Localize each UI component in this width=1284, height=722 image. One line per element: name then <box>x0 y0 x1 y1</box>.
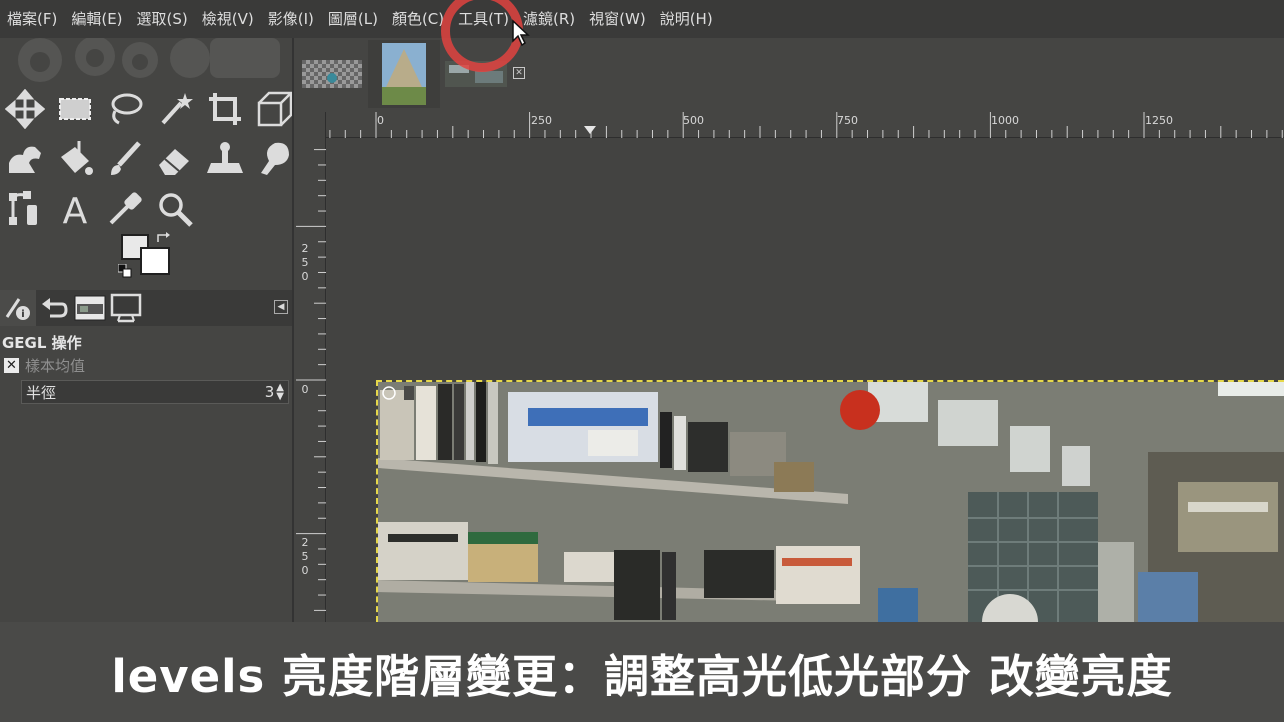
panel-title: GEGL 操作 <box>2 334 82 352</box>
caption-text: levels 亮度階層變更：調整高光低光部分 改變亮度 <box>111 649 1173 703</box>
bucket-fill-icon[interactable] <box>50 134 100 184</box>
menu-edit[interactable]: 編輯(E) <box>64 0 129 38</box>
menu-windows[interactable]: 視窗(W) <box>582 0 653 38</box>
operation-name: 樣本均值 <box>25 356 86 375</box>
paintbrush-icon[interactable] <box>100 134 150 184</box>
background-color[interactable] <box>140 247 170 275</box>
tab-images[interactable] <box>72 290 108 326</box>
ruler-label: 0 <box>301 383 309 396</box>
crop-icon[interactable] <box>200 84 250 134</box>
menu-help[interactable]: 說明(H) <box>653 0 720 38</box>
panel-divider[interactable] <box>292 38 294 622</box>
zoom-icon[interactable] <box>150 184 200 234</box>
caption-bar: levels 亮度階層變更：調整高光低光部分 改變亮度 <box>0 622 1284 722</box>
move-icon[interactable] <box>0 84 50 134</box>
tab-tool-options[interactable]: i <box>0 290 36 326</box>
menu-layer[interactable]: 圖層(L) <box>321 0 385 38</box>
menu-image[interactable]: 影像(I) <box>261 0 321 38</box>
lasso-icon[interactable] <box>100 84 150 134</box>
radius-label: 半徑 <box>26 383 57 402</box>
images-icon <box>74 295 106 321</box>
toolbox: A i ◀ GEGL 操作 ✕ 樣本均值 半徑 3 ▲ ▼ <box>0 38 295 622</box>
dock-menu-button[interactable]: ◀ <box>274 300 288 314</box>
image-thumbnail <box>445 61 507 87</box>
pointer-marker-icon <box>584 126 596 134</box>
menu-filters[interactable]: 濾鏡(R) <box>516 0 582 38</box>
gegl-operation-panel: GEGL 操作 ✕ 樣本均值 半徑 3 ▲ ▼ <box>0 326 294 404</box>
reset-colors-icon[interactable] <box>118 264 132 278</box>
operation-row: ✕ 樣本均值 <box>0 354 294 376</box>
tab-device-status[interactable] <box>108 290 144 326</box>
menu-colors[interactable]: 顏色(C) <box>385 0 451 38</box>
image-tabs: ✕ <box>296 38 1284 110</box>
gimp-window: 檔案(F) 編輯(E) 選取(S) 檢視(V) 影像(I) 圖層(L) 顏色(C… <box>0 0 1284 722</box>
image-layer[interactable] <box>376 380 1284 622</box>
ruler-ticks <box>329 112 1283 138</box>
ruler-label: 750 <box>837 114 858 127</box>
ruler-label: 0 <box>301 564 309 577</box>
clone-icon[interactable] <box>200 134 250 184</box>
close-tab-icon[interactable]: ✕ <box>513 67 525 79</box>
tool-options-icon: i <box>5 298 30 320</box>
warp-icon[interactable] <box>0 134 50 184</box>
close-icon[interactable]: ✕ <box>4 357 19 373</box>
radius-value[interactable]: 3 <box>265 383 275 401</box>
text-icon[interactable]: A <box>50 184 100 234</box>
triangle-left-icon: ◀ <box>277 302 285 312</box>
ruler-label: 2 <box>301 536 309 549</box>
ruler-horizontal[interactable]: 0 250 500 750 1000 1250 <box>303 112 1284 138</box>
color-picker-icon[interactable] <box>100 184 150 234</box>
paths-icon[interactable] <box>0 184 50 234</box>
ruler-label: 500 <box>683 114 704 127</box>
ruler-label: 5 <box>301 550 309 563</box>
image-tab-2[interactable] <box>368 40 440 108</box>
menu-select[interactable]: 選取(S) <box>130 0 195 38</box>
eraser-icon[interactable] <box>150 134 200 184</box>
swap-colors-icon[interactable] <box>156 232 170 244</box>
dock-tabs: i ◀ <box>0 290 294 326</box>
image-thumbnail <box>382 43 426 105</box>
ruler-label: 2 <box>301 242 309 255</box>
tab-undo-history[interactable] <box>36 290 72 326</box>
menu-tools[interactable]: 工具(T) <box>451 0 516 38</box>
radius-spinbox[interactable]: 半徑 3 ▲ ▼ <box>21 380 289 404</box>
monitor-icon <box>110 293 142 323</box>
office-photo <box>378 382 1284 622</box>
svg-text:i: i <box>21 309 24 320</box>
ruler-label: 0 <box>301 270 309 283</box>
image-thumbnail <box>302 60 362 88</box>
wilber-logo <box>18 38 280 82</box>
stepper-arrows-icon[interactable]: ▲ ▼ <box>276 383 284 402</box>
ruler-label: 1250 <box>1145 114 1173 127</box>
ruler-label: 5 <box>301 256 309 269</box>
ruler-label: 0 <box>377 114 384 127</box>
fg-bg-colors[interactable] <box>118 232 174 280</box>
svg-text:A: A <box>63 191 88 229</box>
ruler-label: 250 <box>531 114 552 127</box>
rect-select-icon[interactable] <box>50 84 100 134</box>
image-tab-1[interactable] <box>296 40 368 108</box>
ruler-label: 1000 <box>991 114 1019 127</box>
menu-file[interactable]: 檔案(F) <box>0 0 64 38</box>
fuzzy-select-icon[interactable] <box>150 84 200 134</box>
image-tab-3[interactable] <box>440 40 512 108</box>
menubar: 檔案(F) 編輯(E) 選取(S) 檢視(V) 影像(I) 圖層(L) 顏色(C… <box>0 0 1284 38</box>
undo-icon <box>42 298 68 318</box>
ruler-vertical[interactable]: 2 5 0 0 2 5 0 <box>296 112 326 622</box>
menu-view[interactable]: 檢視(V) <box>195 0 261 38</box>
